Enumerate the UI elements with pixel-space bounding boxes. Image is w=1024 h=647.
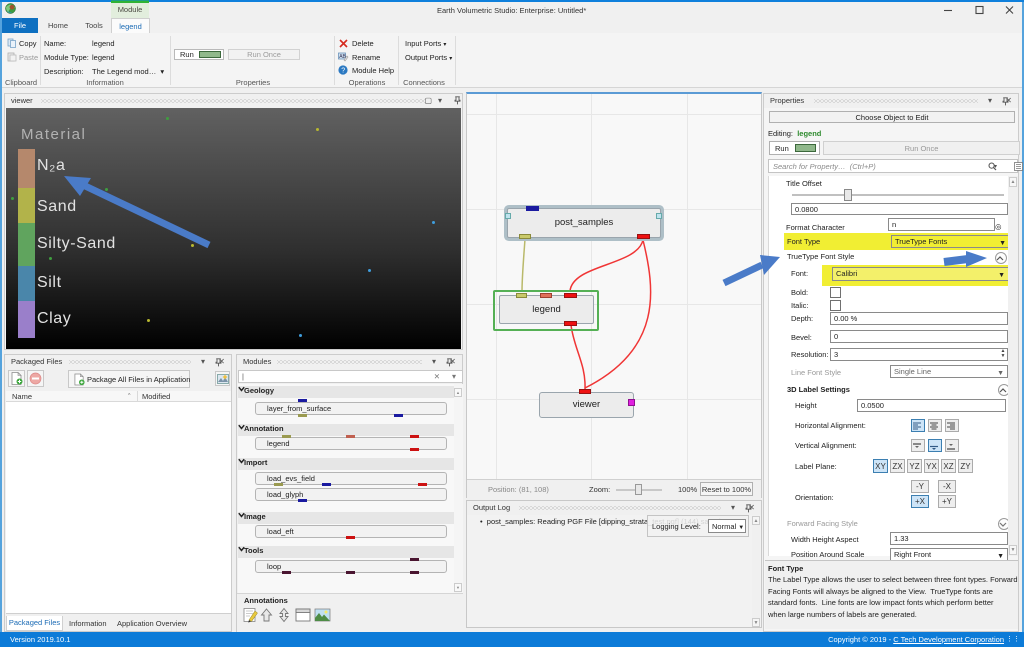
- svg-text:?: ?: [341, 67, 345, 74]
